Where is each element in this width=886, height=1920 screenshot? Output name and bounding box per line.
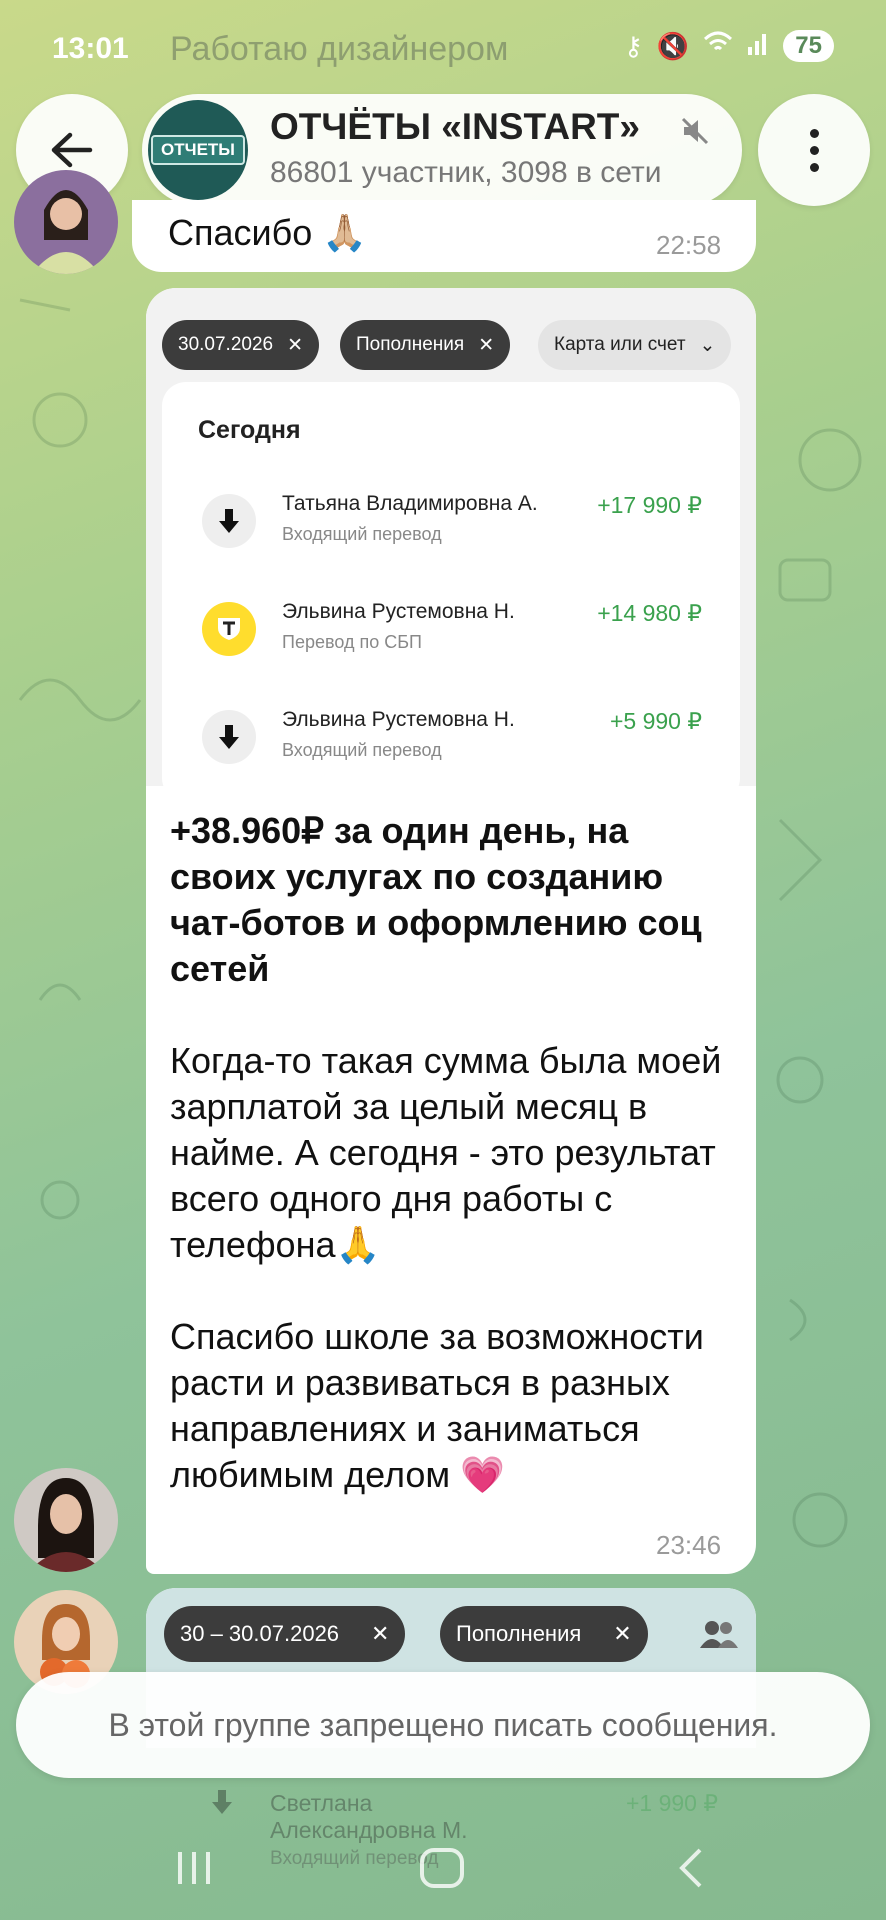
compose-disabled-notice: В этой группе запрещено писать сообщения… — [16, 1672, 870, 1778]
close-icon: ✕ — [478, 334, 495, 356]
channel-members: 86801 участник, 3098 в сети — [270, 156, 662, 189]
transaction-row: Эльвина Рустемовна Н. Перевод по СБП +14… — [182, 590, 722, 670]
message-text: Спасибо 🙏🏼 — [168, 212, 368, 253]
message-bubble[interactable]: Спасибо 🙏🏼 22:58 — [132, 200, 756, 272]
system-navigation-bar — [0, 1810, 886, 1920]
card-heading: Сегодня — [198, 416, 301, 444]
arrow-down-icon — [202, 710, 256, 764]
transaction-type: Перевод по СБП — [282, 632, 422, 652]
filter-chip-type: Пополнения ✕ — [440, 1606, 648, 1662]
more-menu-button[interactable] — [758, 94, 870, 206]
filter-chip-account: Карта или счет ⌄ — [538, 320, 732, 370]
transaction-name: Эльвина Рустемовна Н. — [282, 600, 515, 623]
channel-avatar[interactable]: ОТЧЕТЫ — [148, 100, 248, 200]
mute-status-icon: 🔇 — [656, 30, 690, 61]
filter-chip-type: Пополнения ✕ — [340, 320, 511, 370]
home-icon[interactable] — [418, 1846, 466, 1890]
filter-chip-date: 30 – 30.07.2026 ✕ — [164, 1606, 406, 1662]
close-icon: ✕ — [613, 1621, 632, 1646]
transaction-amount: +5 990 ₽ — [609, 708, 702, 734]
chip-label: 30 – 30.07.2026 — [180, 1621, 340, 1646]
group-icon — [700, 1621, 738, 1648]
status-icons: ⚷ 🔇 75 — [624, 30, 834, 62]
avatar[interactable] — [14, 170, 118, 274]
chip-label: Пополнения — [456, 1621, 582, 1646]
close-icon: ✕ — [287, 334, 304, 356]
chip-label: Карта или счет — [554, 334, 686, 355]
message-bubble[interactable]: 30.07.2026 ✕ Пополнения ✕ Карта или счет… — [146, 288, 756, 1574]
transaction-amount: +17 990 ₽ — [597, 492, 702, 518]
attached-screenshot[interactable]: 30.07.2026 ✕ Пополнения ✕ Карта или счет… — [146, 288, 756, 802]
close-icon: ✕ — [371, 1621, 390, 1646]
arrow-down-icon — [202, 494, 256, 548]
recent-apps-icon[interactable] — [172, 1846, 216, 1890]
tbank-icon — [202, 602, 256, 656]
transactions-card: Сегодня Татьяна Владимировна А. Входящий… — [162, 382, 740, 802]
menu-dot — [809, 145, 819, 155]
message-paragraph: Спасибо школе за возможности расти и раз… — [170, 1316, 704, 1495]
message-time: 23:46 — [656, 1530, 722, 1560]
key-icon: ⚷ — [623, 30, 643, 61]
more-dots-icon — [809, 128, 819, 138]
chip-label: Пополнения — [356, 334, 465, 355]
transaction-row: Татьяна Владимировна А. Входящий перевод… — [182, 482, 722, 562]
muted-speaker-icon — [681, 117, 709, 145]
chevron-down-icon: ⌄ — [699, 334, 716, 356]
signal-icon — [747, 31, 769, 62]
battery-indicator: 75 — [783, 30, 834, 62]
channel-avatar-label: ОТЧЕТЫ — [151, 135, 245, 165]
transaction-type: Входящий перевод — [282, 740, 442, 760]
status-time: 13:01 — [52, 32, 129, 65]
transaction-name: Татьяна Владимировна А. — [282, 492, 538, 515]
wifi-icon — [703, 31, 733, 62]
channel-title: ОТЧЁТЫ «INSTART» — [270, 106, 640, 147]
transaction-type: Входящий перевод — [282, 524, 442, 544]
chat-header[interactable]: ОТЧЕТЫ ОТЧЁТЫ «INSTART» 86801 участник, … — [142, 94, 742, 206]
status-background-text: Работаю дизайнером — [170, 30, 509, 68]
chip-label: 30.07.2026 — [178, 334, 274, 355]
transaction-amount: +14 980 ₽ — [597, 600, 702, 626]
menu-dot — [809, 162, 819, 172]
back-nav-icon[interactable] — [676, 1846, 708, 1890]
message-time: 22:58 — [656, 230, 722, 260]
avatar[interactable] — [14, 1468, 118, 1572]
transaction-name: Эльвина Рустемовна Н. — [282, 708, 515, 731]
transaction-row: Эльвина Рустемовна Н. Входящий перевод +… — [182, 698, 722, 778]
message-headline: +38.960₽ за один день, на своих услугах … — [170, 810, 702, 989]
message-text: +38.960₽ за один день, на своих услугах … — [170, 808, 736, 1498]
filter-chip-date: 30.07.2026 ✕ — [162, 320, 320, 370]
message-paragraph: Когда-то такая сумма была моей зарплатой… — [170, 1040, 722, 1265]
arrow-left-icon — [51, 132, 93, 168]
status-bar: Работаю дизайнером 13:01 ⚷ 🔇 75 — [0, 0, 886, 100]
